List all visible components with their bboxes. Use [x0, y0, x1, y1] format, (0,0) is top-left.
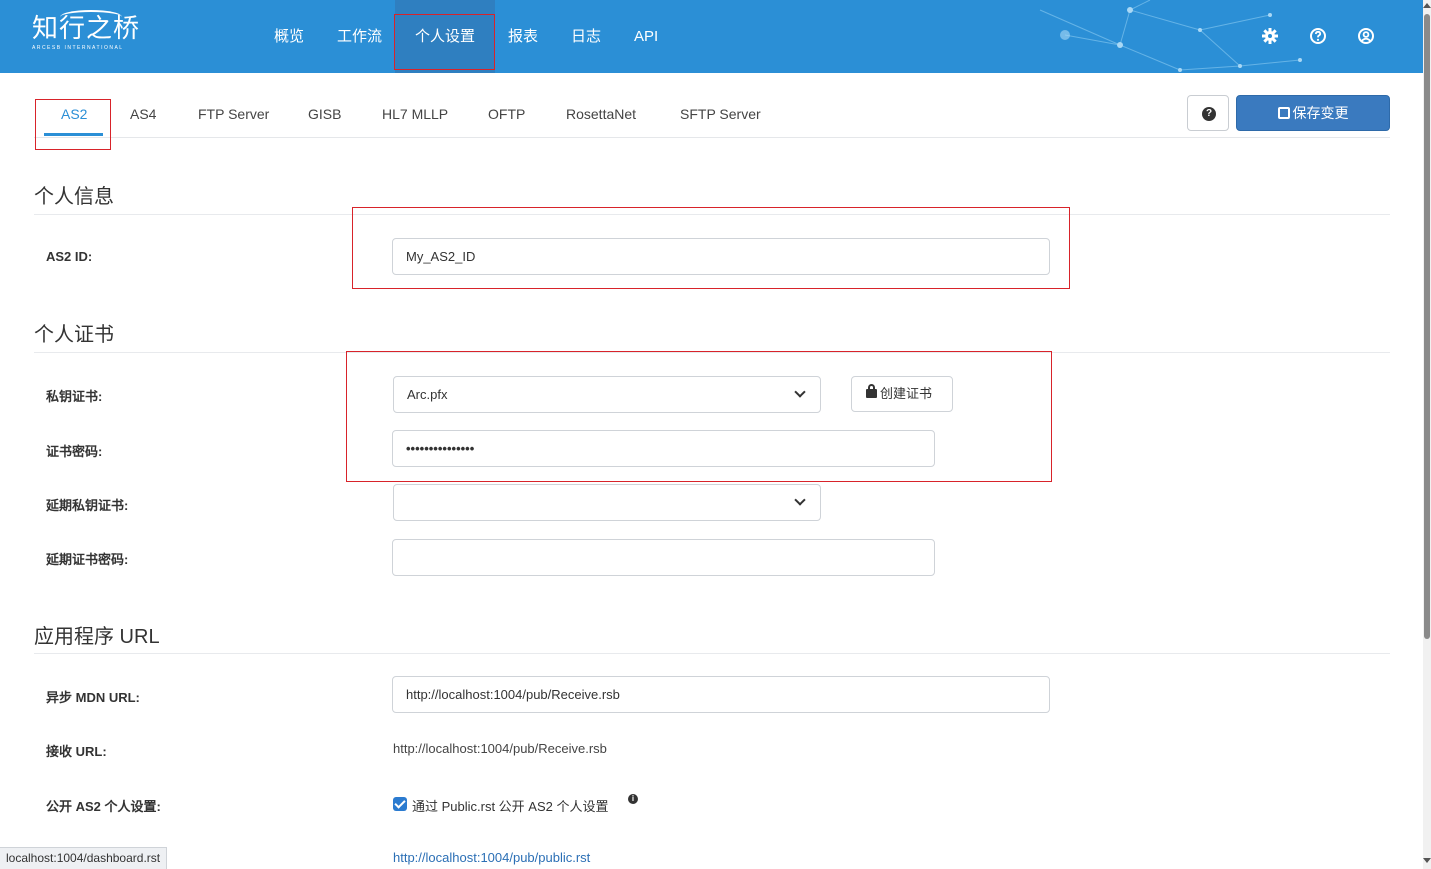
scroll-down-arrow-icon[interactable] — [1423, 858, 1431, 863]
nav-item-workflow[interactable]: 工作流 — [337, 0, 382, 73]
save-changes-button[interactable]: 保存变更 — [1236, 95, 1390, 131]
nav-item-logs[interactable]: 日志 — [571, 0, 601, 73]
ext-private-cert-select[interactable] — [393, 484, 821, 521]
lock-icon — [866, 384, 877, 398]
ext-cert-password-label: 延期证书密码: — [46, 552, 129, 567]
browser-status-bar: localhost:1004/dashboard.rst — [0, 847, 168, 869]
tab-hl7-mllp[interactable]: HL7 MLLP — [382, 106, 448, 122]
tab-sftp-server[interactable]: SFTP Server — [680, 106, 761, 122]
tab-gisb[interactable]: GISB — [308, 106, 341, 122]
gear-icon[interactable] — [1261, 27, 1279, 45]
network-background-graphic — [1039, 0, 1302, 72]
async-mdn-url-label: 异步 MDN URL: — [46, 690, 140, 705]
floppy-disk-icon — [1277, 107, 1290, 119]
nav-item-profile[interactable]: 个人设置 — [395, 0, 496, 73]
question-circle-icon[interactable] — [1309, 27, 1327, 45]
brand-logo[interactable]: 知行之桥 ARCESB INTERNATIONAL — [32, 10, 140, 51]
ext-cert-password-input[interactable] — [392, 539, 935, 576]
cert-password-input[interactable]: ••••••••••••••• — [392, 430, 935, 467]
user-circle-icon[interactable] — [1357, 27, 1375, 45]
private-cert-value: Arc.pfx — [407, 387, 448, 402]
tab-rosettanet[interactable]: RosettaNet — [566, 106, 636, 122]
nav-item-overview[interactable]: 概览 — [274, 0, 304, 73]
save-button-label: 保存变更 — [1292, 105, 1349, 121]
brand-tagline: ARCESB INTERNATIONAL — [32, 45, 124, 51]
section-title-profile: 个人信息 — [34, 186, 114, 208]
tab-as2[interactable]: AS2 — [61, 106, 87, 122]
async-mdn-url-input[interactable]: http://localhost:1004/pub/Receive.rsb — [392, 676, 1050, 713]
ext-private-cert-label: 延期私钥证书: — [46, 498, 129, 513]
public-rst-link[interactable]: http://localhost:1004/pub/public.rst — [393, 850, 590, 865]
public-profile-checkbox[interactable] — [393, 797, 407, 811]
help-button[interactable]: ? — [1187, 95, 1229, 131]
public-profile-checkbox-label[interactable]: 通过 Public.rst 公开 AS2 个人设置 — [412, 796, 608, 815]
create-cert-label: 创建证书 — [880, 386, 933, 401]
section-title-certificate: 个人证书 — [34, 324, 114, 346]
tab-ftp-server[interactable]: FTP Server — [198, 106, 269, 122]
private-cert-select[interactable]: Arc.pfx — [393, 376, 821, 413]
receive-url-value: http://localhost:1004/pub/Receive.rsb — [393, 741, 607, 756]
chevron-down-icon — [794, 386, 806, 398]
top-navbar: 知行之桥 ARCESB INTERNATIONAL 概览 工作流 个人设置 报表… — [0, 0, 1423, 73]
question-icon: ? — [1202, 107, 1216, 121]
cert-password-label: 证书密码: — [46, 444, 103, 459]
logo-arc — [60, 10, 122, 24]
scroll-up-arrow-icon[interactable] — [1423, 3, 1431, 8]
public-profile-label: 公开 AS2 个人设置: — [46, 799, 161, 814]
nav-item-api[interactable]: API — [634, 0, 658, 73]
as2-id-label: AS2 ID: — [46, 249, 93, 264]
section-divider — [34, 214, 1390, 215]
section-divider — [34, 653, 1390, 654]
receive-url-label: 接收 URL: — [46, 744, 107, 759]
active-tab-indicator — [44, 133, 103, 136]
scrollbar-thumb[interactable] — [1424, 14, 1430, 639]
nav-item-reports[interactable]: 报表 — [508, 0, 538, 73]
tab-as4[interactable]: AS4 — [130, 106, 156, 122]
section-divider — [34, 352, 1390, 353]
section-title-app-url: 应用程序 URL — [34, 626, 160, 648]
chevron-down-icon — [794, 494, 806, 506]
as2-id-input[interactable]: My_AS2_ID — [392, 238, 1050, 275]
info-icon[interactable]: i — [628, 794, 638, 804]
private-cert-label: 私钥证书: — [46, 389, 103, 404]
tab-oftp[interactable]: OFTP — [488, 106, 525, 122]
create-cert-button[interactable]: 创建证书 — [851, 376, 953, 412]
